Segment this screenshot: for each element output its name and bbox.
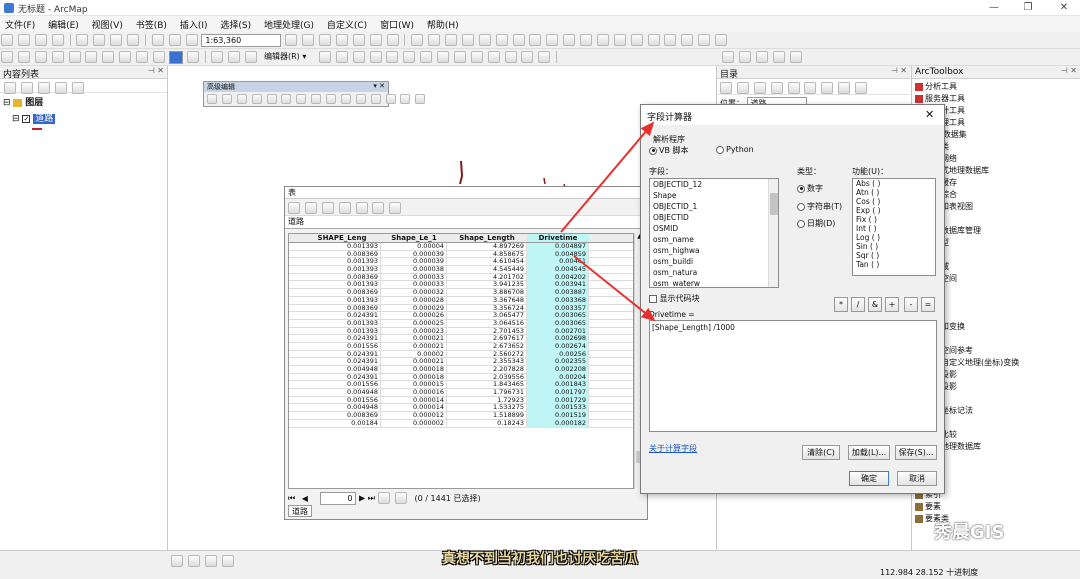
data-view-icon[interactable] — [171, 555, 183, 567]
arrow-to-expression — [573, 255, 656, 322]
arrow-to-field-calculator — [560, 121, 655, 233]
coordinate-readout: 112.984 28.152 十进制度 — [880, 568, 979, 577]
refresh-view-icon[interactable] — [204, 555, 217, 567]
watermark-text: 秀晨GIS — [934, 522, 1005, 543]
video-subtitle: 真想不到当初我们也讨厌吃苦瓜 — [442, 551, 638, 567]
view-switcher — [170, 553, 235, 569]
annotation-arrows — [560, 121, 656, 322]
layout-view-icon[interactable] — [187, 555, 200, 567]
pause-drawing-icon[interactable] — [221, 555, 234, 567]
